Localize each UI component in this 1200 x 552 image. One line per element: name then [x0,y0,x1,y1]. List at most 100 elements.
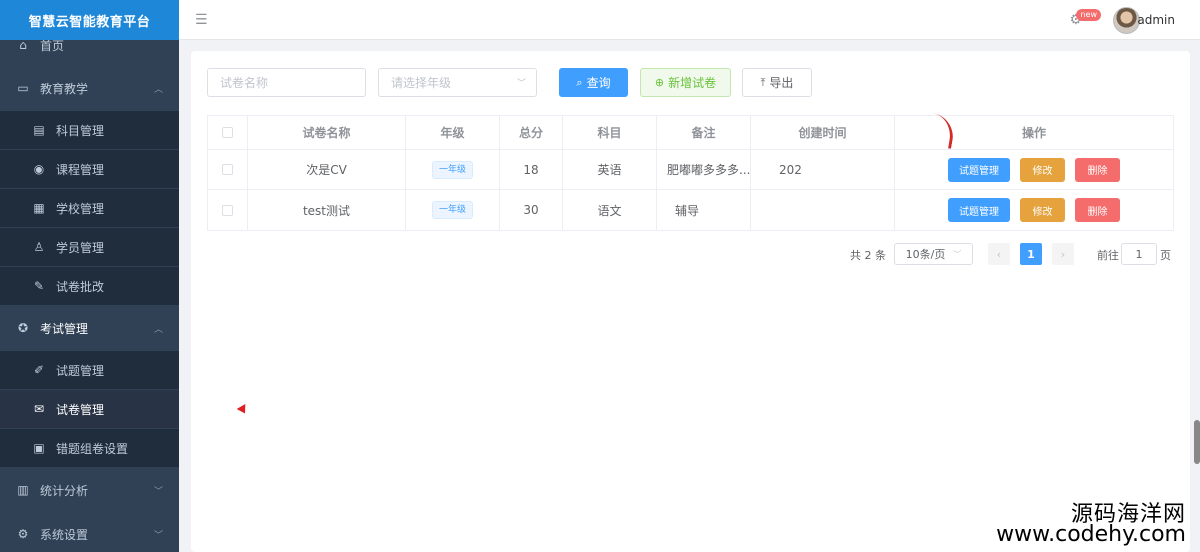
sidebar-item-schools[interactable]: ▦ 学校管理 [0,189,179,227]
error-icon: ▣ [33,441,45,455]
chevron-down-icon: ﹀ [153,530,163,541]
student-icon: ♙ [33,240,45,254]
sidebar-item-system[interactable]: ⚙ 系统设置 ﹀ [0,515,179,552]
sidebar-item-label: 学校管理 [56,201,105,216]
delete-button[interactable]: 删除 [1075,198,1120,222]
avatar[interactable] [1113,7,1140,34]
sidebar-item-exams[interactable]: ✪ 考试管理 ︿ [0,309,179,347]
cell-created [751,190,895,230]
sidebar-item-papers[interactable]: ✉ 试卷管理 [0,390,179,428]
sidebar-item-error-settings[interactable]: ▣ 错题组卷设置 [0,429,179,467]
page-number-current[interactable]: 1 [1020,243,1042,265]
add-paper-label: 新增试卷 [668,76,717,90]
sidebar: ⌂ 首页 ▭ 教育教学 ︿ ▤ 科目管理 ◉ 课程管理 ▦ 学校管理 ♙ 学员管… [0,0,179,552]
sidebar-item-questions[interactable]: ✐ 试题管理 [0,351,179,389]
goto-page-value: 1 [1135,247,1143,261]
cell-subject: 语文 [563,190,657,230]
sidebar-item-label: 考试管理 [40,321,89,336]
paper-icon: ✉ [33,402,45,416]
username[interactable]: admin [1137,13,1175,27]
cell-remark: 辅导 [657,190,751,230]
grade-icon: ✎ [33,279,45,293]
new-badge: new [1076,9,1101,21]
chart-icon: ▥ [17,483,29,497]
question-manage-button[interactable]: 试题管理 [948,198,1010,222]
question-manage-button[interactable]: 试题管理 [948,157,1010,182]
select-all-cell [208,116,248,149]
header-remark: 备注 [657,116,751,149]
menu-toggle-icon[interactable]: ☰ [195,12,208,28]
header-score: 总分 [500,116,563,149]
search-button[interactable]: ⌕ 查询 [559,68,628,97]
cell-actions: 试题管理 修改 删除 [895,150,1173,189]
table-row: 次是CV 一年级 18 英语 肥嘟嘟多多多... 202 试题管理 修改 删除 [208,150,1173,190]
prev-page-button[interactable]: ‹ [988,243,1010,265]
table-header-row: 试卷名称 年级 总分 科目 备注 创建时间 操作 [208,116,1173,150]
sidebar-item-statistics[interactable]: ▥ 统计分析 ﹀ [0,471,179,509]
header-created: 创建时间 [751,116,895,149]
chevron-up-icon: ︿ [153,324,163,335]
export-button[interactable]: ⤒ 导出 [742,68,812,97]
row-select-cell [208,150,248,189]
goto-prefix: 前往 [1097,249,1119,262]
search-icon: ⌕ [576,75,583,89]
sidebar-item-label: 统计分析 [40,483,89,498]
book-icon: ▭ [17,81,29,95]
edit-button[interactable]: 修改 [1020,198,1065,222]
row-checkbox[interactable] [222,164,233,175]
paper-name-input[interactable]: 试卷名称 [207,68,366,97]
export-label: 导出 [769,76,794,90]
grade-tag: 一年级 [431,160,473,179]
watermark-line2: www.codehy.com [996,522,1186,547]
row-select-cell [208,190,248,230]
header-subject: 科目 [563,116,657,149]
header-name: 试卷名称 [248,116,406,149]
page-size-select[interactable]: 10条/页 ﹀ [894,243,973,265]
sidebar-item-subjects[interactable]: ▤ 科目管理 [0,111,179,149]
sidebar-item-label: 系统设置 [40,527,89,542]
grade-select[interactable]: 请选择年级 ﹀ [378,68,537,97]
goto-page-input[interactable]: 1 [1121,243,1157,265]
grade-tag: 一年级 [431,201,473,219]
search-button-label: 查询 [586,76,611,90]
next-page-button[interactable]: › [1052,243,1074,265]
paper-name-placeholder: 试卷名称 [220,76,269,90]
exam-icon: ✪ [17,321,29,335]
cell-remark: 肥嘟嘟多多多... [657,150,751,189]
app-title: 智慧云智能教育平台 [28,14,151,30]
eye-icon: ◉ [33,162,45,176]
cell-grade: 一年级 [406,150,500,189]
edit-icon: ✐ [33,363,45,377]
app-logo: 智慧云智能教育平台 [0,0,179,40]
sidebar-item-education[interactable]: ▭ 教育教学 ︿ [0,69,179,107]
sidebar-item-label: 试卷批改 [56,279,105,294]
edit-button[interactable]: 修改 [1020,157,1065,182]
cell-actions: 试题管理 修改 删除 [895,190,1173,230]
delete-button[interactable]: 删除 [1075,157,1120,182]
grade-select-placeholder: 请选择年级 [391,76,452,90]
select-all-checkbox[interactable] [222,127,233,138]
cell-name: 次是CV [248,150,406,189]
sidebar-item-students[interactable]: ♙ 学员管理 [0,228,179,266]
table-row: test测试 一年级 30 语文 辅导 试题管理 修改 删除 [208,190,1173,230]
sidebar-item-label: 课程管理 [56,162,105,177]
sidebar-item-label: 科目管理 [56,123,105,138]
school-icon: ▦ [33,201,45,215]
main-card: 试卷名称 请选择年级 ﹀ ⌕ 查询 ⊕ 新增试卷 ⤒ 导出 试卷名称 年级 总分… [191,51,1190,552]
row-checkbox[interactable] [222,204,233,216]
cell-grade: 一年级 [406,190,500,230]
pagination-total: 共 2 条 [850,249,886,262]
cell-created: 202 [751,150,895,189]
scrollbar-thumb[interactable] [1194,420,1200,464]
papers-table: 试卷名称 年级 总分 科目 备注 创建时间 操作 次是CV 一年级 18 英语 … [207,115,1174,231]
upload-icon: ⤒ [760,75,766,89]
plus-circle-icon: ⊕ [654,76,665,89]
sidebar-item-grading[interactable]: ✎ 试卷批改 [0,267,179,305]
chevron-up-icon: ︿ [153,84,163,95]
page-size-value: 10条/页 [905,248,946,261]
sidebar-item-label: 试题管理 [56,363,105,378]
sidebar-item-label: 错题组卷设置 [56,441,129,456]
sidebar-item-courses[interactable]: ◉ 课程管理 [0,150,179,188]
cell-score: 18 [500,150,563,189]
add-paper-button[interactable]: ⊕ 新增试卷 [640,68,731,97]
